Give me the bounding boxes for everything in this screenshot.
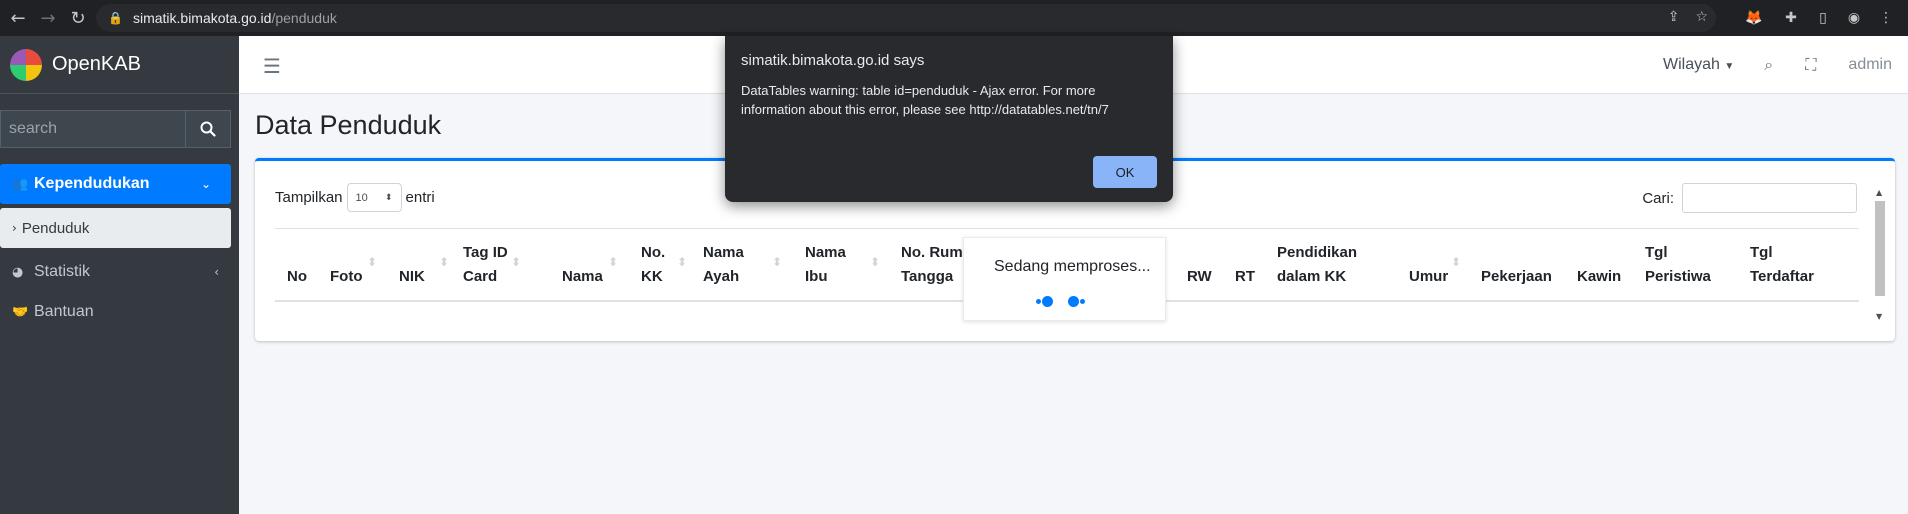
table-search-input[interactable] bbox=[1682, 183, 1857, 213]
column-header[interactable]: Nama Ibu bbox=[805, 241, 846, 289]
reload-icon[interactable]: ↻ bbox=[66, 6, 90, 30]
column-header[interactable]: Pekerjaan bbox=[1481, 265, 1552, 289]
sidebar-item-penduduk[interactable]: › Penduduk bbox=[0, 208, 231, 248]
column-header[interactable]: Umur bbox=[1409, 265, 1448, 289]
sort-icon[interactable]: ⬍ bbox=[870, 255, 880, 269]
wilayah-dropdown[interactable]: Wilayah ▼ bbox=[1663, 56, 1734, 74]
profile-avatar[interactable]: ◉ bbox=[1844, 8, 1864, 28]
sort-icon[interactable]: ⬍ bbox=[677, 255, 687, 269]
navbar-search-icon[interactable]: ⌕ bbox=[1764, 55, 1773, 75]
browser-menu-icon[interactable]: ⋮ bbox=[1876, 8, 1896, 28]
column-header[interactable]: NIK bbox=[399, 265, 425, 289]
user-menu[interactable]: admin bbox=[1848, 56, 1892, 74]
url-text[interactable]: simatik.bimakota.go.id/penduduk bbox=[133, 10, 337, 26]
column-header[interactable]: Tgl Terdaftar bbox=[1750, 241, 1814, 289]
column-header[interactable]: Kawin bbox=[1577, 265, 1621, 289]
dialog-title: simatik.bimakota.go.id says bbox=[741, 52, 925, 69]
forward-icon[interactable]: → bbox=[36, 6, 60, 30]
share-icon[interactable]: ⇪ bbox=[1668, 9, 1680, 25]
column-header[interactable]: RW bbox=[1187, 265, 1212, 289]
chevron-left-icon: ‹ bbox=[214, 265, 219, 279]
address-bar[interactable]: 🔒 simatik.bimakota.go.id/penduduk ⇪ ☆ bbox=[96, 4, 1716, 32]
extensions-puzzle-icon[interactable]: ✚ bbox=[1781, 8, 1801, 28]
lock-icon: 🔒 bbox=[108, 11, 123, 25]
sort-icon[interactable]: ⬍ bbox=[1451, 255, 1461, 269]
loading-dots-icon bbox=[1036, 294, 1096, 308]
column-header[interactable]: Nama bbox=[562, 265, 603, 289]
column-header[interactable]: RT bbox=[1235, 265, 1255, 289]
brand-logo bbox=[10, 48, 42, 81]
sort-icon[interactable]: ⬍ bbox=[367, 255, 377, 269]
column-header[interactable]: Tgl Peristiwa bbox=[1645, 241, 1711, 289]
column-header[interactable]: Nama Ayah bbox=[703, 241, 744, 289]
search-icon bbox=[200, 121, 216, 137]
ok-button[interactable]: OK bbox=[1093, 156, 1157, 188]
caret-down-icon: ▼ bbox=[1724, 61, 1735, 72]
fox-extension-icon[interactable]: 🦊 bbox=[1744, 8, 1764, 28]
chevron-right-icon: › bbox=[12, 221, 17, 235]
dialog-message: DataTables warning: table id=penduduk - … bbox=[741, 83, 1109, 117]
search-button[interactable] bbox=[186, 110, 231, 148]
page-length-select[interactable]: 10 ⬍ bbox=[346, 183, 402, 212]
processing-indicator: Sedang memproses... bbox=[963, 237, 1166, 321]
column-header[interactable]: Foto bbox=[330, 265, 362, 289]
sidebar-item-bantuan[interactable]: 🤝 Bantuan bbox=[0, 292, 239, 332]
table-scrollbar[interactable]: ▲ ▼ bbox=[1873, 188, 1887, 321]
table-filter: Cari: bbox=[1642, 183, 1857, 213]
length-control: Tampilkan 10 ⬍ entri bbox=[275, 183, 435, 212]
brand-name: OpenKAB bbox=[52, 53, 141, 75]
column-header[interactable]: Pendidikan dalam KK bbox=[1277, 241, 1357, 289]
hamburger-menu-icon[interactable]: ☰ bbox=[263, 54, 281, 78]
pie-chart-icon: ◕ bbox=[12, 264, 24, 280]
sidebar-search-input[interactable] bbox=[0, 110, 186, 148]
back-icon[interactable]: ← bbox=[6, 6, 30, 30]
sidebar: OpenKAB 👥 Kependudukan ⌄ › Penduduk ◕ St… bbox=[0, 36, 239, 514]
column-header[interactable]: Tag ID Card bbox=[463, 241, 508, 289]
select-arrows-icon: ⬍ bbox=[384, 192, 393, 202]
sort-icon[interactable]: ⬍ bbox=[608, 255, 618, 269]
users-icon: 👥 bbox=[12, 176, 29, 192]
sort-icon[interactable]: ⬍ bbox=[511, 255, 521, 269]
sidebar-item-kependudukan[interactable]: 👥 Kependudukan ⌄ bbox=[0, 164, 231, 204]
side-panel-icon[interactable]: ▯ bbox=[1813, 8, 1833, 28]
brand[interactable]: OpenKAB bbox=[0, 36, 239, 94]
sidebar-item-statistik[interactable]: ◕ Statistik ‹ bbox=[0, 252, 239, 292]
sort-icon[interactable]: ⬍ bbox=[439, 255, 449, 269]
page-title: Data Penduduk bbox=[255, 110, 442, 140]
sort-icon[interactable]: ⬍ bbox=[772, 255, 782, 269]
chevron-down-icon: ⌄ bbox=[200, 177, 211, 191]
sidebar-search bbox=[0, 110, 231, 148]
column-header[interactable]: No bbox=[287, 265, 307, 289]
bookmark-star-icon[interactable]: ☆ bbox=[1695, 9, 1708, 25]
browser-toolbar: ← → ↻ 🔒 simatik.bimakota.go.id/penduduk … bbox=[0, 0, 1908, 36]
fullscreen-icon[interactable]: ⛶ bbox=[1805, 55, 1816, 75]
handshake-icon: 🤝 bbox=[12, 304, 29, 320]
alert-dialog: simatik.bimakota.go.id says DataTables w… bbox=[725, 36, 1173, 202]
column-header[interactable]: No. KK bbox=[641, 241, 665, 289]
